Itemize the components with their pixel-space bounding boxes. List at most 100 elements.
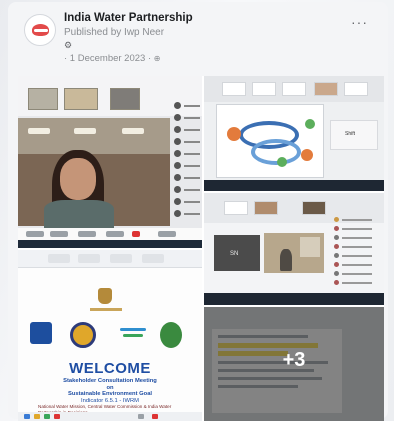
tb-ic <box>138 414 144 419</box>
pd <box>334 280 339 285</box>
ln <box>184 105 200 107</box>
pd <box>334 271 339 276</box>
pl <box>342 264 372 266</box>
ctl <box>106 231 124 237</box>
blob <box>301 149 313 161</box>
pd <box>334 253 339 258</box>
tab-pill <box>78 254 100 263</box>
participant-thumb <box>110 88 140 110</box>
dot <box>174 138 181 145</box>
side-row <box>174 198 200 206</box>
post-date-text: · 1 December 2023 · <box>64 53 152 64</box>
dot <box>174 162 181 169</box>
gear-icon: ⚙ <box>64 40 73 50</box>
post-header: India Water Partnership Published by Iwp… <box>24 12 376 68</box>
photo-welcome-slide[interactable]: WELCOME Stakeholder Consultation Meeting… <box>18 250 202 421</box>
pl <box>342 246 372 248</box>
pd <box>334 262 339 267</box>
ln <box>184 213 200 215</box>
dot <box>174 210 181 217</box>
ln <box>184 177 200 179</box>
lamp <box>122 128 144 134</box>
side-row <box>174 126 200 134</box>
tb-ic <box>44 414 50 419</box>
tab-pill <box>142 254 164 263</box>
ln <box>184 153 200 155</box>
man <box>280 249 292 271</box>
pl <box>342 255 372 257</box>
panel <box>314 82 338 96</box>
ln <box>184 165 200 167</box>
speaker-face <box>60 158 96 200</box>
pl <box>342 219 372 221</box>
panel <box>254 201 278 215</box>
blob <box>305 119 315 129</box>
slide-line: Stakeholder Consultation Meeting <box>63 378 157 384</box>
dot <box>174 102 181 109</box>
participant-list <box>172 90 202 230</box>
os-taskbar <box>18 240 202 248</box>
shift-tile: Shift <box>330 120 378 150</box>
ln <box>184 117 200 119</box>
slide-line: Sustainable Environment Goal <box>67 391 153 397</box>
photo-meeting-room[interactable]: SN <box>204 193 384 305</box>
publisher-line: Published by Iwp Neer <box>64 27 165 38</box>
pl <box>342 282 372 284</box>
photo-grid: WELCOME Stakeholder Consultation Meeting… <box>18 76 384 421</box>
pr <box>334 244 378 250</box>
ctl <box>50 231 68 237</box>
tb-ic <box>24 414 30 419</box>
side-row <box>174 210 200 218</box>
pr <box>334 280 378 286</box>
pr <box>334 271 378 277</box>
ln <box>184 129 200 131</box>
ministry-logo-icon <box>30 322 52 344</box>
ln <box>184 189 200 191</box>
ln <box>184 141 200 143</box>
speaker-video <box>18 118 170 230</box>
ctl <box>78 231 96 237</box>
more-photos-count[interactable]: +3 <box>204 349 384 372</box>
page-name[interactable]: India Water Partnership <box>64 12 193 24</box>
pd <box>334 235 339 240</box>
ctl <box>132 231 140 237</box>
dot <box>174 126 181 133</box>
pr <box>334 217 378 223</box>
blob <box>227 127 241 141</box>
side-row <box>174 162 200 170</box>
pr <box>334 226 378 232</box>
blob <box>277 157 287 167</box>
slide-footer-line: National Water Mission, Central Water Co… <box>38 404 143 409</box>
meeting-toolbar <box>204 180 384 191</box>
welcome-heading: WELCOME <box>69 360 151 377</box>
dot <box>174 150 181 157</box>
participant-thumb <box>28 88 58 110</box>
ctl <box>158 231 176 237</box>
browser-taskbar <box>18 412 202 421</box>
national-emblem-icon <box>98 288 112 304</box>
pr <box>334 262 378 268</box>
pl <box>342 228 372 230</box>
tb-ic <box>152 414 158 419</box>
meeting-toolbar <box>204 293 384 305</box>
logo-wave <box>34 29 48 32</box>
photo-presentation[interactable]: Shift <box>204 76 384 191</box>
nwm-logo-icon <box>120 326 146 342</box>
pd <box>334 226 339 231</box>
more-options-button[interactable]: ··· <box>351 14 368 30</box>
side-row <box>174 186 200 194</box>
pr <box>334 253 378 259</box>
panel <box>282 82 306 96</box>
facebook-post-card: India Water Partnership Published by Iwp… <box>8 2 388 421</box>
partner-logos <box>30 320 190 350</box>
globe-icon: ⊕ <box>153 54 161 63</box>
pd <box>334 244 339 249</box>
page-avatar[interactable] <box>24 14 56 46</box>
pd <box>334 217 339 222</box>
meeting-controls <box>18 228 202 240</box>
photo-video-call[interactable] <box>18 76 202 248</box>
pl <box>342 273 372 275</box>
photo-more-overlay[interactable]: +3 <box>204 307 384 421</box>
post-date[interactable]: · 1 December 2023 · ⊕ <box>64 53 160 64</box>
tab-pill <box>48 254 70 263</box>
